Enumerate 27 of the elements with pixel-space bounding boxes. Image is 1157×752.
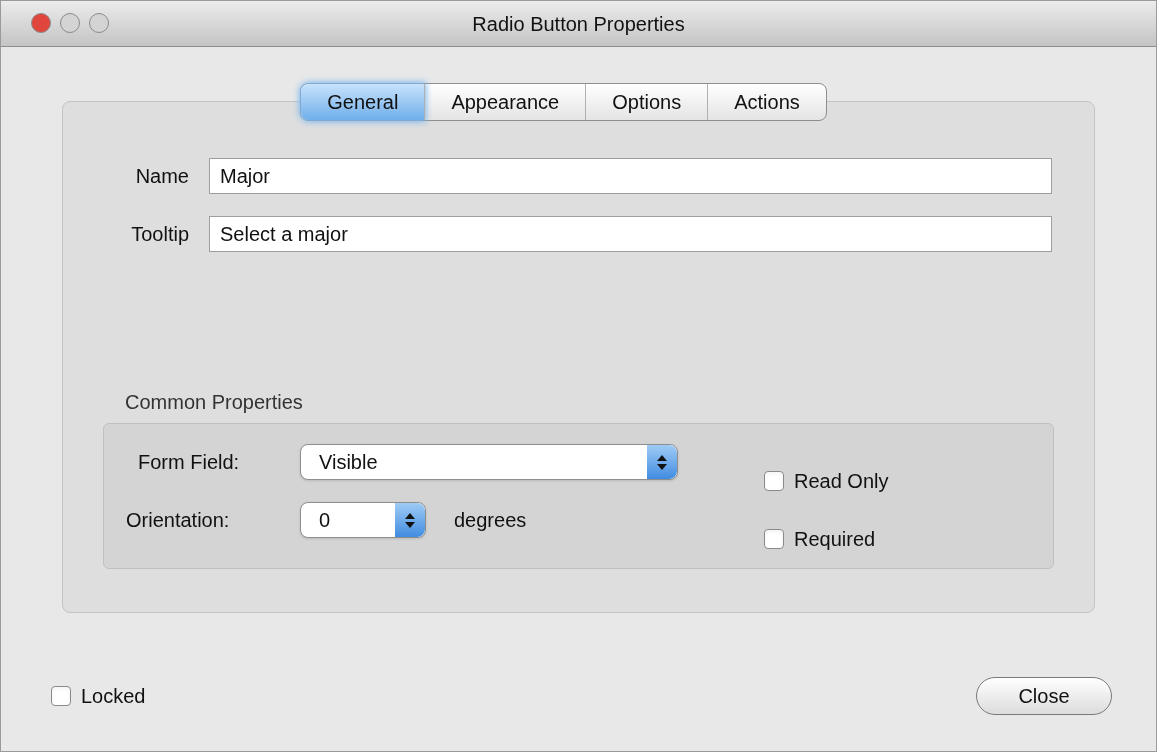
tab[interactable]: Options <box>585 84 708 120</box>
input-field[interactable]: Major <box>209 158 1052 194</box>
form-field-select[interactable]: Visible <box>300 444 678 480</box>
close-button[interactable]: Close <box>976 677 1112 715</box>
field-label: Tooltip <box>130 222 189 247</box>
checkbox[interactable] <box>764 471 784 491</box>
window-control-icon[interactable] <box>89 13 109 33</box>
unit-label: degrees <box>454 508 527 533</box>
tab[interactable]: General <box>301 84 425 120</box>
input-field[interactable]: Select a major <box>209 216 1052 252</box>
stepper-icon <box>647 445 677 479</box>
checkbox-label: Required <box>794 527 876 552</box>
checkbox-label: Read Only <box>794 469 889 494</box>
form-field-label: Form Field: <box>138 450 241 475</box>
window-title: Radio Button Properties <box>472 11 685 37</box>
group-title: Common Properties <box>125 391 303 413</box>
stepper-icon <box>395 503 425 537</box>
orientation-label: Orientation: <box>126 508 231 533</box>
tab[interactable]: Appearance <box>424 84 586 120</box>
tab[interactable]: Actions <box>707 84 826 120</box>
checkbox[interactable] <box>51 686 71 706</box>
orientation-select[interactable]: 0 <box>300 502 426 538</box>
field-label: Name <box>134 164 189 189</box>
checkbox[interactable] <box>764 529 784 549</box>
close-window-icon[interactable] <box>31 13 51 33</box>
window-control-icon[interactable] <box>60 13 80 33</box>
checkbox-label: Locked <box>81 684 146 709</box>
